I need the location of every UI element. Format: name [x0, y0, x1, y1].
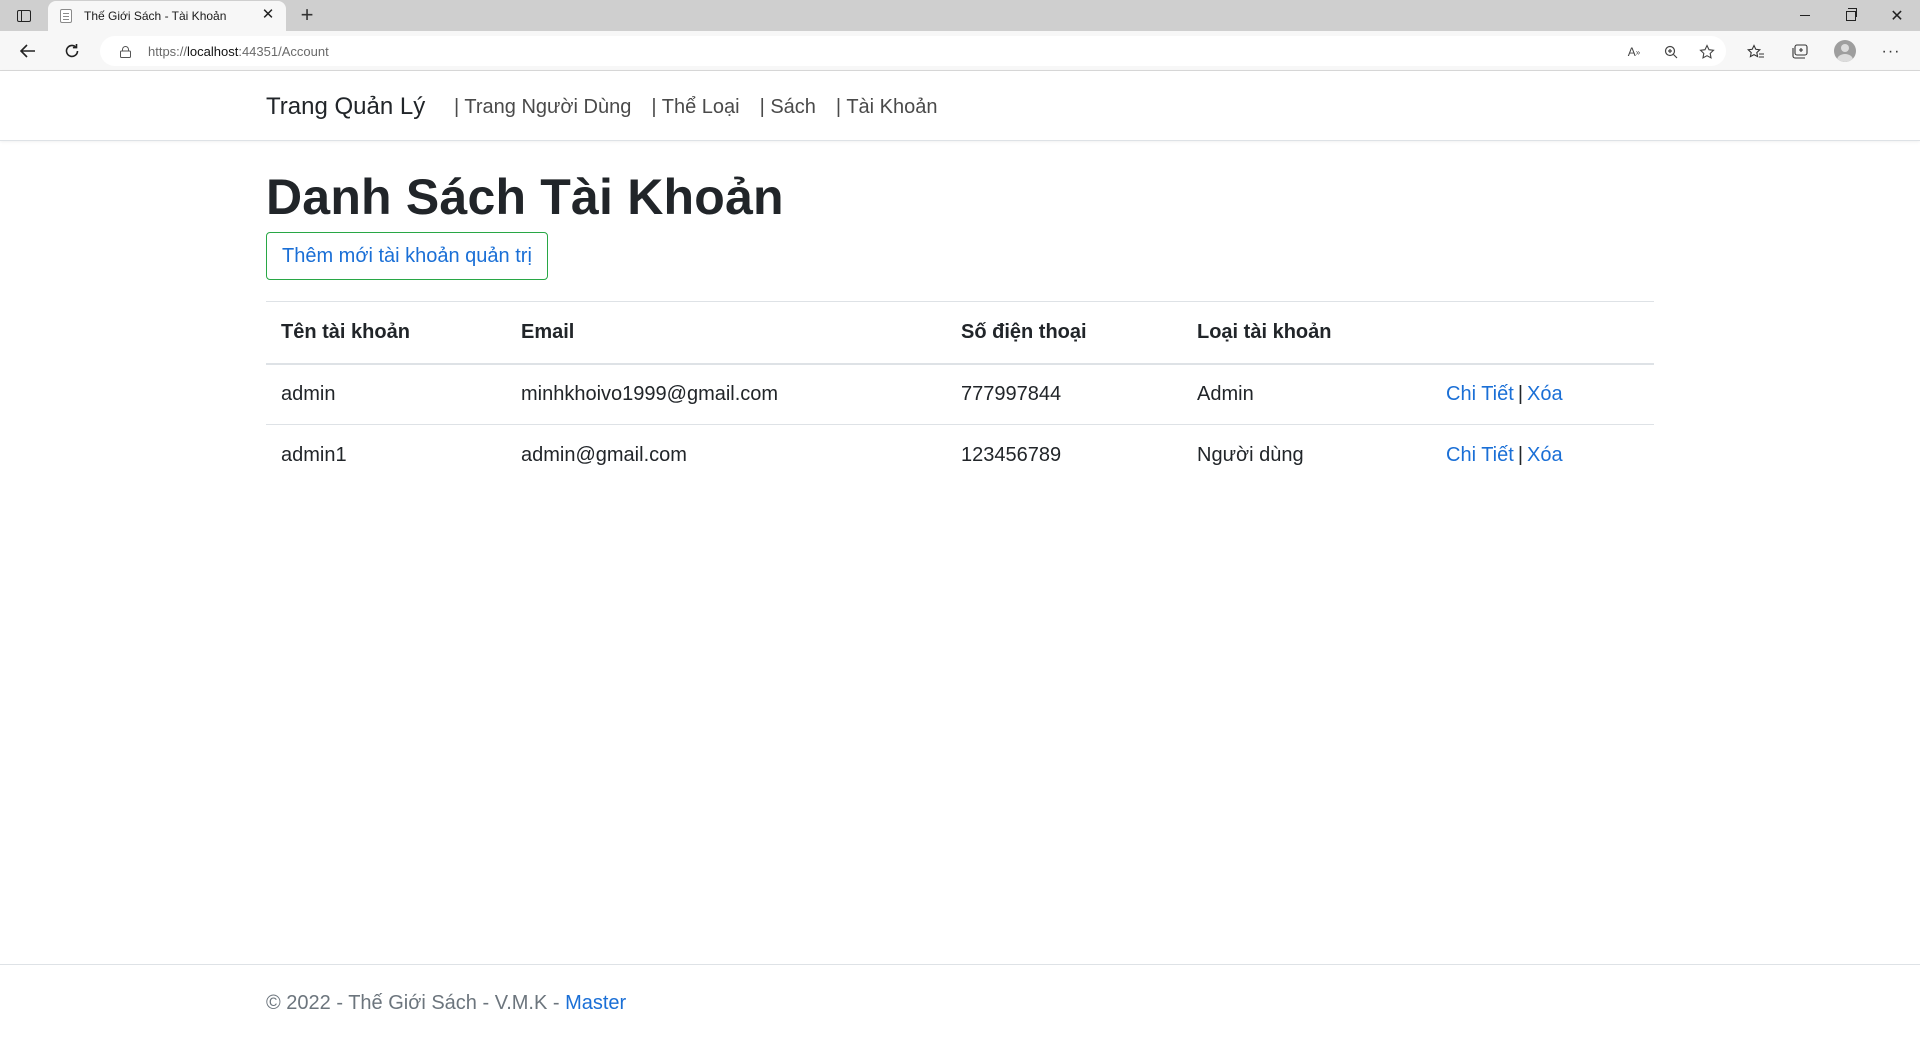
- detail-link[interactable]: Chi Tiết: [1446, 383, 1514, 405]
- cell-actions: Chi Tiết | Xóa: [1431, 425, 1654, 486]
- cell-email: admin@gmail.com: [521, 443, 687, 466]
- collections-icon[interactable]: [1789, 41, 1811, 63]
- table-row: admin1 admin@gmail.com 123456789 Người d…: [266, 425, 1654, 486]
- back-arrow-icon[interactable]: [14, 37, 42, 65]
- delete-link[interactable]: Xóa: [1527, 383, 1563, 405]
- site-navbar: Trang Quản Lý | Trang Người Dùng | Thể L…: [0, 71, 1920, 141]
- page-favicon-icon: [60, 9, 72, 23]
- address-bar[interactable]: https://localhost:44351/Account A»: [100, 36, 1726, 66]
- site-footer: © 2022 - Thế Giới Sách - V.M.K - Master: [0, 964, 1920, 1040]
- favorites-icon[interactable]: [1745, 41, 1767, 63]
- cell-account-type: Người dùng: [1197, 443, 1304, 466]
- nav-link-books[interactable]: | Sách: [760, 96, 816, 119]
- browser-tab-active[interactable]: Thế Giới Sách - Tài Khoản ✕: [48, 1, 286, 31]
- tab-close-icon[interactable]: ✕: [260, 7, 276, 23]
- tab-actions-icon[interactable]: [10, 5, 38, 27]
- more-options-icon[interactable]: ···: [1880, 41, 1902, 63]
- footer-master-link[interactable]: Master: [565, 992, 626, 1014]
- window-close-icon[interactable]: ✕: [1874, 0, 1920, 31]
- cell-username: admin1: [281, 443, 347, 466]
- browser-toolbar: https://localhost:44351/Account A» ···: [0, 31, 1920, 71]
- new-tab-icon[interactable]: +: [294, 3, 320, 29]
- tab-title: Thế Giới Sách - Tài Khoản: [84, 9, 227, 23]
- delete-link[interactable]: Xóa: [1527, 444, 1563, 466]
- profile-avatar-icon[interactable]: [1834, 40, 1856, 62]
- accounts-table: Tên tài khoản Email Số điện thoại Loại t…: [266, 301, 1654, 486]
- cell-email: minhkhoivo1999@gmail.com: [506, 363, 946, 425]
- nav-link-categories[interactable]: | Thể Loại: [651, 96, 739, 119]
- table-row: admin minhkhoivo1999@gmail.com 777997844…: [266, 363, 1654, 425]
- nav-link-user-page[interactable]: | Trang Người Dùng: [454, 96, 631, 119]
- column-header-phone: Số điện thoại: [946, 301, 1182, 365]
- main-content: Danh Sách Tài Khoản Thêm mới tài khoản q…: [266, 167, 1654, 466]
- cell-phone: 123456789: [961, 443, 1062, 466]
- zoom-icon[interactable]: [1662, 43, 1680, 61]
- window-minimize-icon[interactable]: [1782, 0, 1828, 31]
- cell-phone: 777997844: [946, 363, 1182, 425]
- add-favorite-icon[interactable]: [1698, 43, 1716, 61]
- footer-text: © 2022 - Thế Giới Sách - V.M.K - Master: [266, 992, 626, 1015]
- lock-icon[interactable]: [120, 45, 131, 58]
- detail-link[interactable]: Chi Tiết: [1446, 444, 1514, 466]
- column-header-username: Tên tài khoản: [266, 301, 506, 365]
- url-text[interactable]: https://localhost:44351/Account: [148, 44, 329, 59]
- window-restore-icon[interactable]: [1828, 0, 1874, 31]
- nav-link-accounts[interactable]: | Tài Khoản: [836, 96, 938, 119]
- navbar-links: | Trang Người Dùng | Thể Loại | Sách | T…: [454, 96, 957, 119]
- column-header-actions: [1431, 301, 1654, 365]
- browser-tab-bar: Thế Giới Sách - Tài Khoản ✕ + ✕: [0, 0, 1920, 31]
- cell-actions: Chi Tiết | Xóa: [1431, 363, 1654, 425]
- table-header-row: Tên tài khoản Email Số điện thoại Loại t…: [266, 301, 1654, 365]
- column-header-account-type: Loại tài khoản: [1182, 301, 1431, 365]
- action-separator: |: [1517, 443, 1524, 466]
- add-admin-account-button[interactable]: Thêm mới tài khoản quản trị: [266, 232, 548, 280]
- page-title: Danh Sách Tài Khoản: [266, 169, 784, 225]
- cell-username: admin: [266, 363, 506, 425]
- navbar-brand[interactable]: Trang Quản Lý: [266, 93, 425, 121]
- action-separator: |: [1517, 382, 1524, 405]
- web-page: Trang Quản Lý | Trang Người Dùng | Thể L…: [0, 71, 1920, 1040]
- column-header-email: Email: [506, 301, 946, 365]
- footer-copyright: © 2022 - Thế Giới Sách - V.M.K -: [266, 992, 566, 1014]
- read-aloud-icon[interactable]: A»: [1625, 43, 1643, 61]
- reload-icon[interactable]: [58, 37, 86, 65]
- cell-account-type: Admin: [1182, 363, 1431, 425]
